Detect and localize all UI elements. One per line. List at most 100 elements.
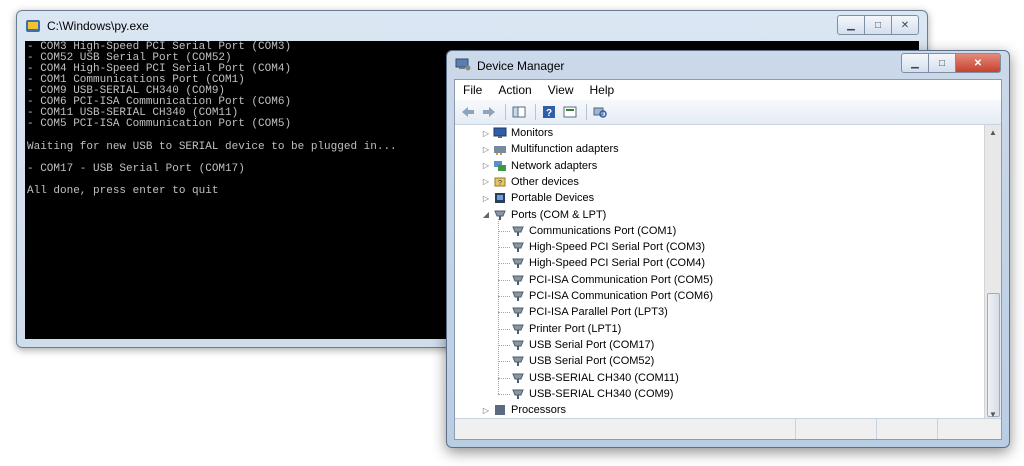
tree-port-item[interactable]: USB Serial Port (COM52) xyxy=(511,353,654,369)
tree-item-label: Monitors xyxy=(511,127,554,139)
expand-arrow-icon[interactable]: ▷ xyxy=(481,177,491,186)
network-icon xyxy=(494,160,506,171)
tree-connector xyxy=(498,218,499,395)
python-icon xyxy=(26,20,40,32)
tree-item-label: USB-SERIAL CH340 (COM9) xyxy=(529,387,674,400)
tree-port-item[interactable]: PCI-ISA Communication Port (COM5) xyxy=(511,272,713,288)
back-button[interactable] xyxy=(459,104,477,120)
tree-port-item[interactable]: Printer Port (LPT1) xyxy=(511,321,621,337)
console-port-list: - COM3 High-Speed PCI Serial Port (COM3)… xyxy=(27,42,291,130)
processor-icon xyxy=(495,405,505,416)
tree-category-portable-devices[interactable]: ▷ Portable Devices xyxy=(481,190,594,206)
vertical-scrollbar[interactable]: ▲ ▼ xyxy=(984,125,1001,423)
tree-port-item[interactable]: Communications Port (COM1) xyxy=(511,223,676,239)
back-arrow-icon xyxy=(462,107,474,117)
tree-connector xyxy=(498,393,510,395)
properties-button[interactable] xyxy=(561,104,579,120)
tree-item-label: Other devices xyxy=(511,175,579,188)
tree-connector xyxy=(498,377,510,379)
expand-arrow-icon[interactable]: ▷ xyxy=(481,194,491,203)
tree-port-item[interactable]: USB-SERIAL CH340 (COM9) xyxy=(511,386,673,402)
tree-item-label: High-Speed PCI Serial Port (COM4) xyxy=(529,257,706,270)
port-icon xyxy=(512,389,524,399)
tree-connector xyxy=(498,328,510,330)
console-title: C:\Windows\py.exe xyxy=(47,19,149,33)
console-title-bar[interactable]: C:\Windows\py.exe ▁ □ ✕ xyxy=(17,11,927,41)
tree-item-label: Network adapters xyxy=(511,159,598,172)
tree-category-ports-com-lpt[interactable]: ◢ Ports (COM & LPT) xyxy=(481,207,606,223)
show-hide-console-tree-button[interactable] xyxy=(510,104,528,120)
tree-item-label: Communications Port (COM1) xyxy=(529,224,677,237)
tree-port-item[interactable]: High-Speed PCI Serial Port (COM4) xyxy=(511,255,705,271)
scan-hardware-button[interactable] xyxy=(591,104,609,120)
tree-category-other-devices[interactable]: ▷? Other devices xyxy=(481,174,579,190)
maximize-button[interactable]: □ xyxy=(864,15,892,35)
tree-item-label: PCI-ISA Communication Port (COM6) xyxy=(529,290,713,302)
console-waiting-line: Waiting for new USB to SERIAL device to … xyxy=(27,141,397,153)
expand-arrow-icon[interactable]: ▷ xyxy=(481,145,491,154)
device-tree[interactable]: ▷ Monitors ▷ Multifunction adapters ▷ Network… xyxy=(455,125,1001,424)
menu-view[interactable]: View xyxy=(540,83,582,97)
status-bar xyxy=(455,418,1001,439)
tree-port-item[interactable]: PCI-ISA Communication Port (COM6) xyxy=(511,288,713,304)
help-button[interactable]: ? xyxy=(540,104,558,120)
device-manager-client: File Action View Help ? ▷ Monitors ▷ Mul… xyxy=(454,79,1002,440)
minimize-button[interactable]: ▁ xyxy=(837,15,865,35)
tree-port-item[interactable]: USB-SERIAL CH340 (COM11) xyxy=(511,370,679,386)
status-segment xyxy=(877,419,938,439)
collapse-arrow-icon[interactable]: ◢ xyxy=(481,210,491,219)
tree-connector xyxy=(498,344,510,346)
close-button[interactable]: ✕ xyxy=(891,15,919,35)
scroll-thumb[interactable] xyxy=(987,293,1000,417)
menu-help[interactable]: Help xyxy=(582,83,623,97)
tree-category-multifunction-adapters[interactable]: ▷ Multifunction adapters xyxy=(481,141,619,157)
port-icon xyxy=(512,258,524,269)
minimize-button[interactable]: ▁ xyxy=(901,53,929,73)
tree-item-label: Printer Port (LPT1) xyxy=(529,322,622,335)
tree-category-processors[interactable]: ▷ Processors xyxy=(481,402,566,418)
toolbar-separator xyxy=(586,104,587,120)
forward-button[interactable] xyxy=(480,104,498,120)
tree-item-label: USB Serial Port (COM17) xyxy=(529,338,655,351)
device-manager-title: Device Manager xyxy=(477,59,565,73)
port-icon xyxy=(512,340,524,350)
menu-bar: File Action View Help xyxy=(455,80,1001,100)
port-icon xyxy=(512,242,524,253)
tree-category-monitors[interactable]: ▷ Monitors xyxy=(481,125,553,141)
tree-port-item[interactable]: PCI-ISA Parallel Port (LPT3) xyxy=(511,304,668,320)
tree-item-label: PCI-ISA Parallel Port (LPT3) xyxy=(529,306,668,319)
close-button[interactable]: ✕ xyxy=(955,53,1001,73)
menu-file[interactable]: File xyxy=(455,83,490,97)
close-icon: ✕ xyxy=(900,19,910,31)
help-icon: ? xyxy=(543,106,555,119)
device-manager-title-bar[interactable]: Device Manager ▁ □ ✕ xyxy=(447,51,1009,79)
scan-hardware-icon xyxy=(593,107,607,118)
tree-port-item[interactable]: USB Serial Port (COM17) xyxy=(511,337,654,353)
svg-text:?: ? xyxy=(546,108,552,119)
tree-item-label: PCI-ISA Communication Port (COM5) xyxy=(529,273,713,286)
minimize-icon: ▁ xyxy=(847,19,855,31)
toolbar: ? xyxy=(455,100,1001,125)
menu-action[interactable]: Action xyxy=(490,83,539,97)
maximize-icon: □ xyxy=(938,57,946,69)
tree-category-network-adapters[interactable]: ▷ Network adapters xyxy=(481,158,597,174)
tree-item-label: Portable Devices xyxy=(511,192,595,205)
tree-connector xyxy=(498,312,510,314)
port-icon xyxy=(512,275,524,285)
device-manager-window: Device Manager ▁ □ ✕ File Action View He… xyxy=(446,50,1010,448)
expand-arrow-icon[interactable]: ▷ xyxy=(481,161,491,170)
toolbar-separator xyxy=(535,104,536,120)
console-tree-icon xyxy=(512,106,526,118)
maximize-button[interactable]: □ xyxy=(928,53,956,73)
expand-arrow-icon[interactable]: ▷ xyxy=(481,129,491,138)
portable-device-icon xyxy=(495,193,505,204)
tree-port-item[interactable]: High-Speed PCI Serial Port (COM3) xyxy=(511,239,705,255)
tree-connector xyxy=(498,247,510,249)
scroll-up-arrow-icon[interactable]: ▲ xyxy=(985,125,1001,141)
device-manager-icon xyxy=(455,58,471,71)
port-icon xyxy=(512,324,524,334)
tree-connector xyxy=(498,230,510,232)
status-segment xyxy=(455,419,796,439)
expand-arrow-icon[interactable]: ▷ xyxy=(481,406,491,415)
tree-item-label: Processors xyxy=(511,404,567,417)
